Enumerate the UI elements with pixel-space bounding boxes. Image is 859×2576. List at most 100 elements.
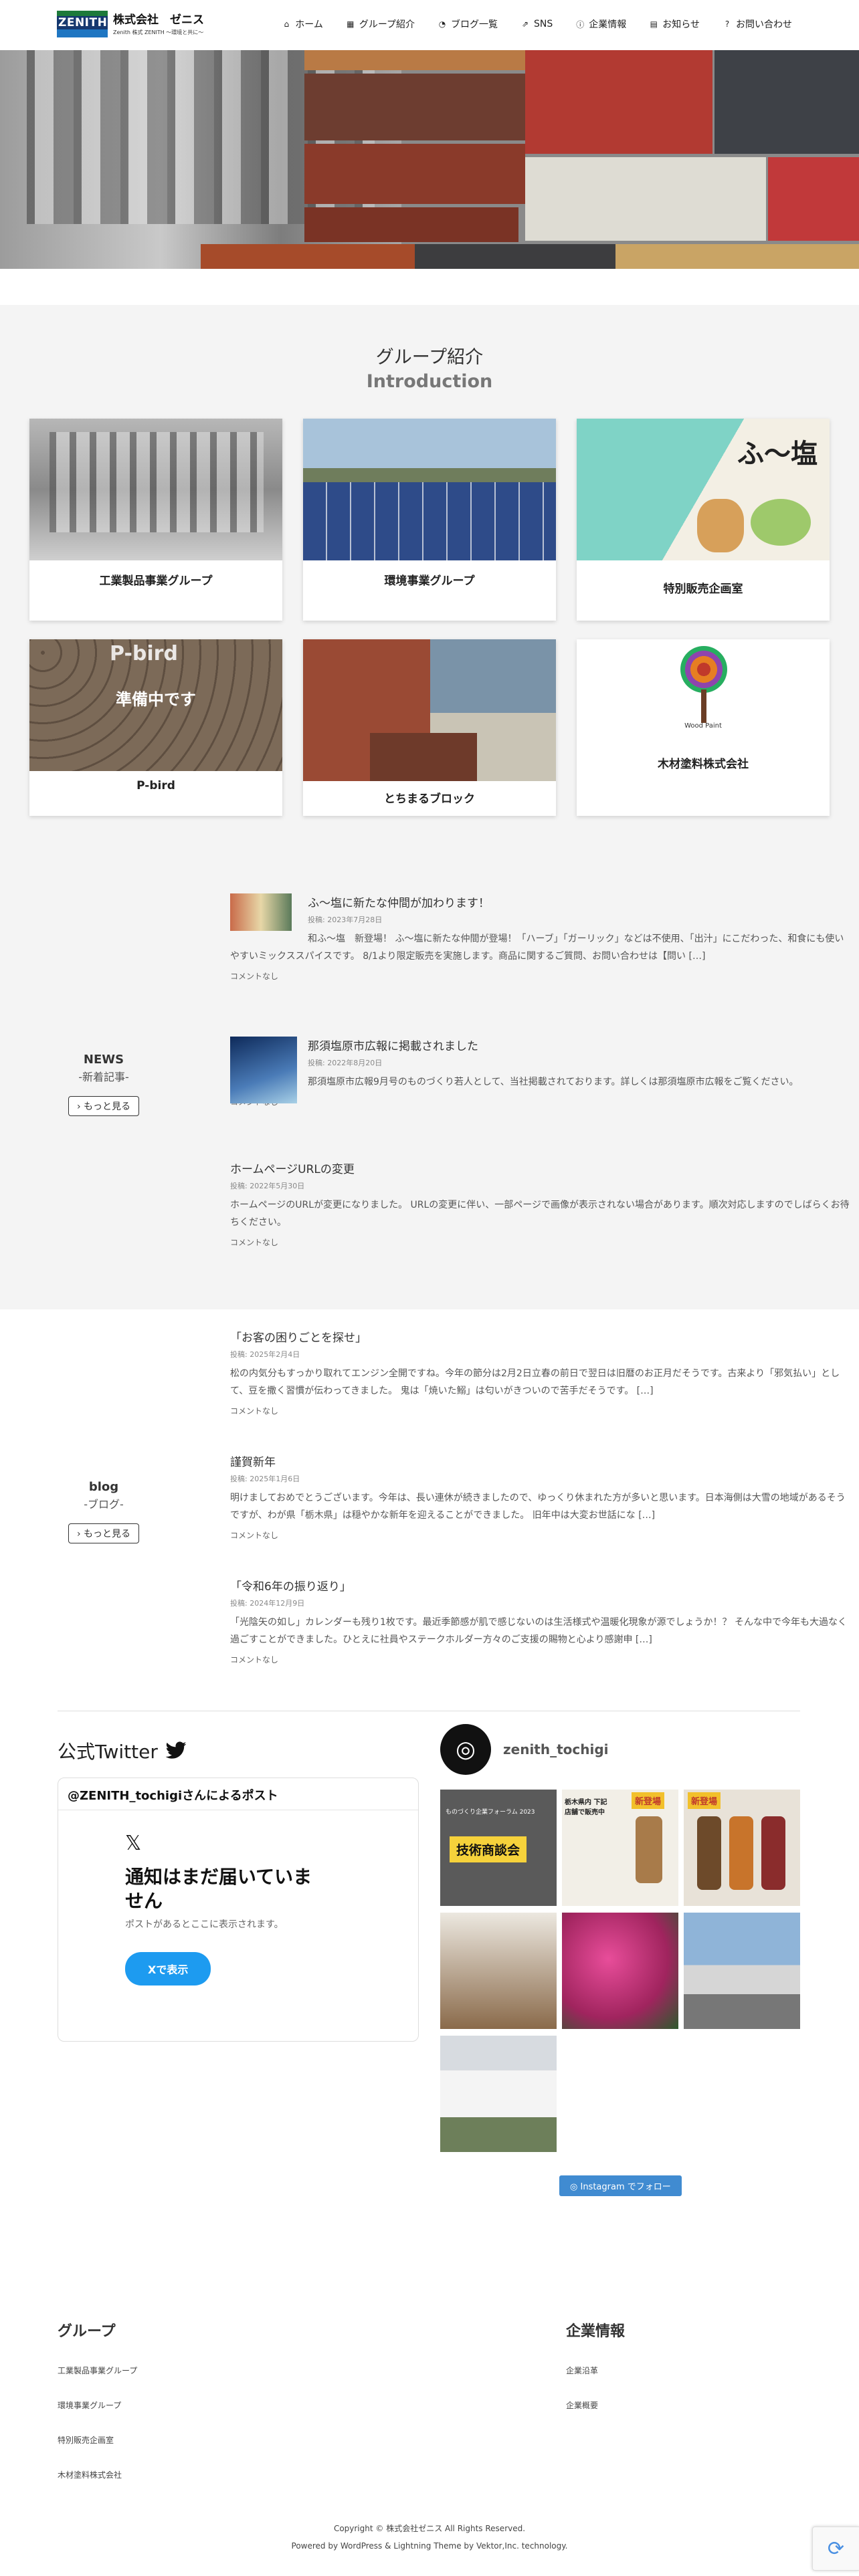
tree-icon bbox=[680, 646, 727, 693]
card-pbird[interactable]: P-bird 準備中です P-bird bbox=[29, 639, 282, 816]
news-post: 那須塩原市広報に掲載されました 投稿: 2022年8月20日 那須塩原市広報9月… bbox=[230, 1037, 852, 1107]
instagram-post[interactable] bbox=[562, 1913, 678, 2029]
twitter-bird-icon bbox=[165, 1741, 187, 1759]
intro-subtitle: Introduction bbox=[366, 371, 493, 392]
post-title[interactable]: 「令和6年の振り返り」 bbox=[230, 1580, 351, 1594]
x-logo-icon: 𝕏 bbox=[125, 1832, 142, 1855]
card-label: 環境事業グループ bbox=[384, 574, 475, 588]
twitter-empty-subtitle: ポストがあるとここに表示されます。 bbox=[125, 1919, 284, 1930]
post-date: 投稿: 2025年2月4日 bbox=[230, 1350, 300, 1359]
nav-home[interactable]: ⌂ ホーム bbox=[282, 17, 322, 31]
chevron-right-icon: › bbox=[76, 1529, 81, 1539]
hero-image bbox=[0, 50, 859, 269]
info-icon: ⓘ bbox=[576, 19, 585, 29]
recaptcha-icon: ⟳ bbox=[827, 2537, 845, 2561]
company-name: 株式会社 ゼニス bbox=[113, 13, 204, 27]
instagram-icon: ◎ bbox=[440, 1724, 491, 1775]
news-title: NEWS bbox=[83, 1053, 124, 1067]
recaptcha-badge[interactable]: ⟳ bbox=[812, 2527, 859, 2571]
news-subtitle: -新着記事- bbox=[78, 1071, 129, 1083]
card-special-sales[interactable]: ふ〜塩 特別販売企画室 bbox=[577, 419, 830, 621]
industrial-image bbox=[29, 419, 282, 560]
blog-post: 謹賀新年 投稿: 2025年1月6日 明けましておめでとうございます。今年は、長… bbox=[230, 1453, 852, 1541]
post-comment-count: コメントなし bbox=[230, 972, 279, 981]
post-title[interactable]: ホームページURLの変更 bbox=[230, 1163, 355, 1176]
instagram-post[interactable] bbox=[440, 2036, 557, 2152]
instagram-follow-button[interactable]: ◎ Instagram でフォロー bbox=[559, 2175, 682, 2196]
site-header: ZENITH 株式会社 ゼニス Zenith 株式 ZENITH ～環境と共に～… bbox=[0, 0, 859, 50]
zenith-logo-mark: ZENITH bbox=[57, 11, 108, 37]
nav-news[interactable]: ▤ お知らせ bbox=[649, 17, 700, 31]
twitter-widget-header: @ZENITH_tochigiさんによるポスト bbox=[58, 1778, 418, 1810]
building-icon: ▦ bbox=[347, 19, 355, 29]
social-section: 公式Twitter @ZENITH_tochigiさんによるポスト 𝕏 通知はま… bbox=[0, 1711, 859, 2299]
block-image bbox=[303, 639, 556, 781]
card-industrial[interactable]: 工業製品事業グループ bbox=[29, 419, 282, 621]
instagram-post[interactable]: 新登場 bbox=[684, 1790, 800, 1906]
post-comment-count: コメントなし bbox=[230, 1655, 279, 1665]
card-environment[interactable]: 環境事業グループ bbox=[303, 419, 556, 621]
post-title[interactable]: ふ〜塩に新たな仲間が加わります！ bbox=[308, 897, 490, 910]
instagram-profile[interactable]: ◎ zenith_tochigi bbox=[440, 1724, 609, 1775]
chevron-right-icon: › bbox=[76, 1101, 81, 1112]
nav-contact[interactable]: ? お問い合わせ bbox=[723, 17, 792, 31]
instagram-post[interactable] bbox=[684, 1913, 800, 2029]
copyright: Copyright © 株式会社ゼニス All Rights Reserved. bbox=[333, 2524, 526, 2533]
footer-link[interactable]: 企業概要 bbox=[566, 2399, 598, 2411]
view-on-x-button[interactable]: Xで表示 bbox=[125, 1952, 211, 1985]
twitter-widget: @ZENITH_tochigiさんによるポスト 𝕏 通知はまだ届いていません ポ… bbox=[58, 1778, 419, 2042]
site-footer: グループ 工業製品事業グループ 環境事業グループ 特別販売企画室 木材塗料株式会… bbox=[0, 2299, 859, 2573]
blog-more-button[interactable]: › もっと見る bbox=[68, 1523, 140, 1543]
blog-subtitle: -ブログ- bbox=[84, 1498, 124, 1511]
wood-paint-text: Wood Paint bbox=[684, 722, 722, 730]
instagram-post[interactable]: ものづくり企業フォーラム 2023 技術商談会 bbox=[440, 1790, 557, 1906]
nav-group[interactable]: ▦ グループ紹介 bbox=[346, 17, 415, 31]
instagram-post[interactable] bbox=[440, 1913, 557, 2029]
post-date: 投稿: 2023年7月28日 bbox=[308, 916, 383, 924]
post-comment-count: コメントなし bbox=[230, 1238, 279, 1247]
twitter-heading: 公式Twitter bbox=[58, 1737, 187, 1764]
post-date: 投稿: 2022年8月20日 bbox=[308, 1059, 383, 1067]
footer-link[interactable]: 工業製品事業グループ bbox=[58, 2365, 137, 2376]
fusio-sign: ふ〜塩 bbox=[737, 439, 818, 469]
post-thumbnail[interactable] bbox=[230, 1037, 297, 1103]
share-icon: ⇗ bbox=[521, 19, 529, 29]
instagram-username: zenith_tochigi bbox=[503, 1741, 609, 1757]
intro-section: グループ紹介 Introduction 工業製品事業グループ 環境事業グループ … bbox=[0, 305, 859, 893]
post-thumbnail[interactable] bbox=[230, 893, 292, 931]
card-tochimaru-block[interactable]: とちまるブロック bbox=[303, 639, 556, 816]
footer-link[interactable]: 環境事業グループ bbox=[58, 2399, 121, 2411]
post-excerpt: 明けましておめでとうございます。今年は、長い連休が続きましたので、ゆっくり休まれ… bbox=[230, 1493, 846, 1521]
newspaper-icon: ▤ bbox=[650, 19, 658, 29]
solar-panel-image bbox=[303, 419, 556, 560]
card-label: とちまるブロック bbox=[384, 792, 475, 806]
post-date: 投稿: 2025年1月6日 bbox=[230, 1475, 300, 1483]
rss-icon: ◔ bbox=[438, 19, 446, 29]
coming-soon-text: 準備中です bbox=[116, 690, 196, 709]
post-title[interactable]: 謹賀新年 bbox=[230, 1456, 276, 1469]
logo-word: ZENITH bbox=[58, 16, 108, 29]
blog-title: blog bbox=[88, 1480, 119, 1494]
post-title[interactable]: 那須塩原市広報に掲載されました bbox=[308, 1040, 478, 1053]
card-label: 特別販売企画室 bbox=[663, 582, 743, 596]
post-excerpt: 那須塩原市広報9月号のものづくり若人として、当社掲載されております。詳しくは那須… bbox=[308, 1077, 799, 1087]
card-label: P-bird bbox=[136, 779, 175, 792]
wood-paint-logo: Wood Paint bbox=[577, 639, 830, 746]
site-logo[interactable]: ZENITH 株式会社 ゼニス Zenith 株式 ZENITH ～環境と共に～ bbox=[57, 11, 204, 37]
blog-section: blog -ブログ- › もっと見る 「お客の困りごとを探せ」 投稿: 2025… bbox=[0, 1309, 859, 1717]
nav-company[interactable]: ⓘ 企業情報 bbox=[575, 17, 626, 31]
post-date: 投稿: 2024年12月9日 bbox=[230, 1599, 305, 1608]
footer-link[interactable]: 企業沿革 bbox=[566, 2365, 598, 2376]
news-post: ホームページURLの変更 投稿: 2022年5月30日 ホームページのURLが変… bbox=[230, 1160, 852, 1248]
post-title[interactable]: 「お客の困りごとを探せ」 bbox=[230, 1331, 367, 1345]
news-more-button[interactable]: › もっと見る bbox=[68, 1096, 140, 1116]
card-wood-paint[interactable]: Wood Paint 木材塗料株式会社 bbox=[577, 639, 830, 816]
nav-sns[interactable]: ⇗ SNS bbox=[520, 17, 553, 31]
pbird-image: P-bird 準備中です bbox=[29, 639, 282, 771]
nav-blog[interactable]: ◔ ブログ一覧 bbox=[438, 17, 498, 31]
instagram-post[interactable]: 栃木県内 下記店舗で販売中 新登場 bbox=[562, 1790, 678, 1906]
footer-link[interactable]: 特別販売企画室 bbox=[58, 2434, 114, 2446]
post-comment-count: コメントなし bbox=[230, 1096, 852, 1107]
post-excerpt: 松の内気分もすっかり取れてエンジン全開ですね。今年の節分は2月2日立春の前日で翌… bbox=[230, 1368, 840, 1396]
footer-link[interactable]: 木材塗料株式会社 bbox=[58, 2469, 122, 2480]
